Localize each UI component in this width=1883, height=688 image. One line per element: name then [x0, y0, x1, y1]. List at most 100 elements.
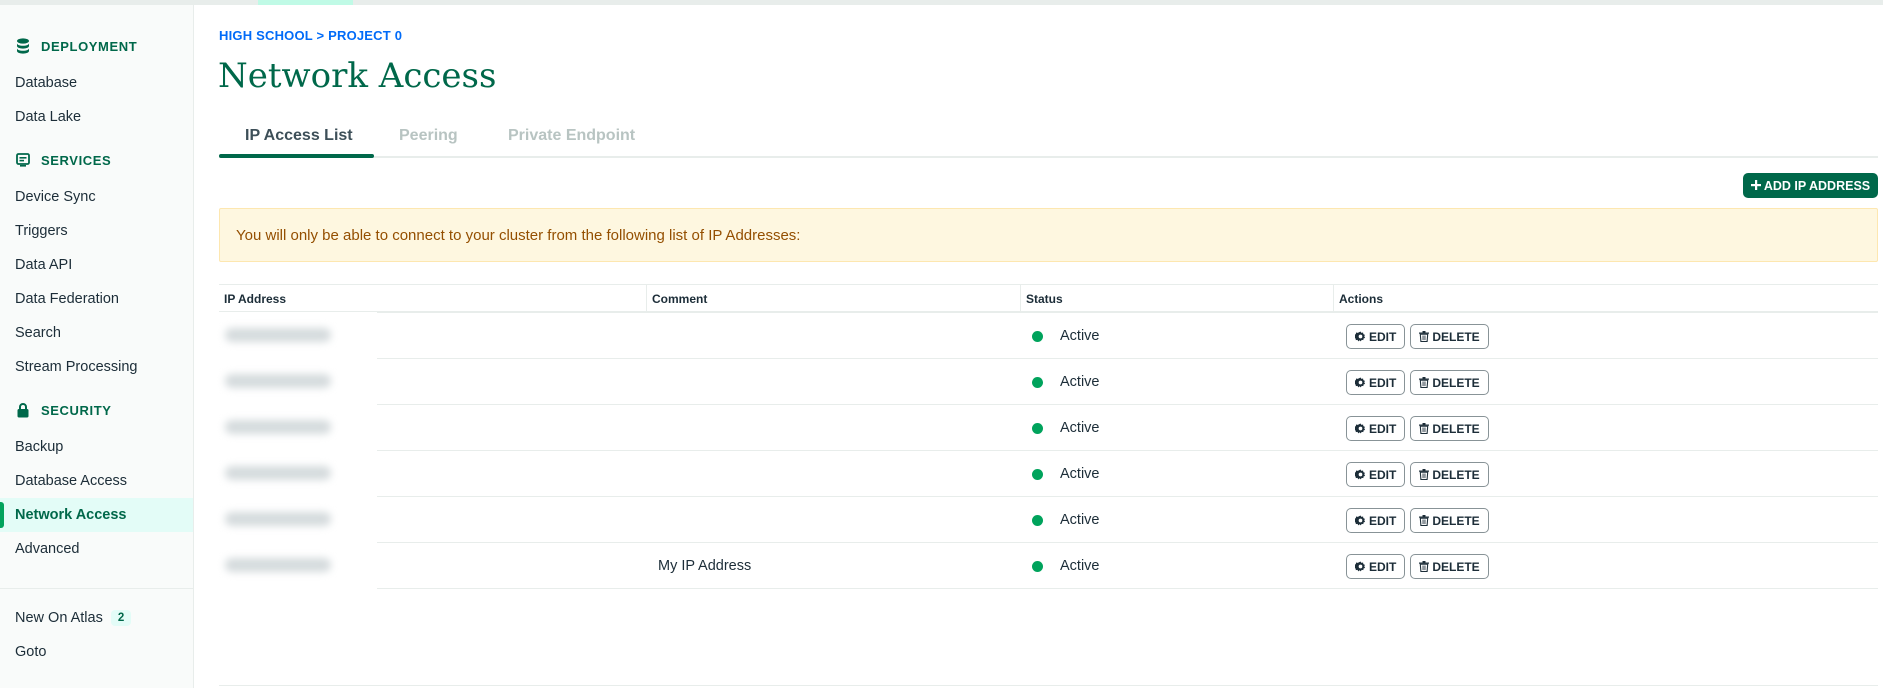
- column-header-comment[interactable]: Comment: [646, 285, 707, 312]
- trash-icon: [1419, 469, 1430, 480]
- status-active-dot-icon: [1032, 422, 1043, 434]
- sidebar-item-label: Triggers: [15, 223, 68, 239]
- tab-peering[interactable]: Peering: [399, 127, 458, 145]
- delete-button[interactable]: DELETE: [1410, 370, 1489, 395]
- status-text: Active: [1060, 558, 1100, 574]
- delete-button[interactable]: DELETE: [1410, 554, 1489, 579]
- ip-address-cell: [219, 450, 377, 497]
- gear-icon: [1355, 423, 1366, 434]
- status-cell: Active: [1032, 543, 1100, 589]
- edit-button[interactable]: EDIT: [1346, 554, 1406, 579]
- delete-button[interactable]: DELETE: [1410, 416, 1489, 441]
- column-header-status[interactable]: Status: [1020, 285, 1063, 312]
- status-active-dot-icon: [1032, 330, 1043, 342]
- status-text: Active: [1060, 466, 1100, 482]
- sidebar-item-backup[interactable]: Backup: [0, 430, 193, 464]
- sidebar-item-data-api[interactable]: Data API: [0, 248, 193, 282]
- page-bottom-divider: [219, 685, 1878, 686]
- edit-button[interactable]: EDIT: [1346, 508, 1406, 533]
- sidebar-section-label: SECURITY: [41, 402, 112, 418]
- row-actions: EDIT DELETE: [1346, 554, 1489, 579]
- delete-label: DELETE: [1432, 375, 1480, 390]
- sidebar-item-label: Data Federation: [15, 291, 119, 307]
- sidebar-item-label: Data Lake: [15, 109, 82, 125]
- ip-access-notice: You will only be able to connect to your…: [219, 208, 1878, 262]
- sidebar-item-database[interactable]: Database: [0, 66, 193, 100]
- sidebar-section-deployment: DEPLOYMENT: [15, 38, 137, 54]
- edit-button[interactable]: EDIT: [1346, 370, 1406, 395]
- sidebar-item-label: Network Access: [15, 507, 127, 523]
- sidebar-section-security: SECURITY: [15, 402, 112, 418]
- sidebar-item-search[interactable]: Search: [0, 316, 193, 350]
- column-header-actions: Actions: [1333, 285, 1383, 312]
- plus-icon: [1750, 179, 1761, 193]
- sidebar-item-new-on-atlas[interactable]: New On Atlas 2: [0, 601, 193, 635]
- row-actions: EDIT DELETE: [1346, 416, 1489, 441]
- sidebar-divider: [0, 588, 193, 589]
- delete-label: DELETE: [1432, 513, 1480, 528]
- row-actions: EDIT DELETE: [1346, 508, 1489, 533]
- status-text: Active: [1060, 420, 1100, 436]
- table-row: My IP Address Active EDIT DELETE: [219, 542, 1878, 589]
- ip-address-cell: [219, 404, 377, 451]
- status-cell: Active: [1032, 405, 1100, 451]
- edit-label: EDIT: [1369, 421, 1397, 436]
- delete-label: DELETE: [1432, 467, 1480, 482]
- status-active-dot-icon: [1032, 560, 1043, 572]
- tab-private-endpoint[interactable]: Private Endpoint: [508, 127, 635, 145]
- sidebar-item-network-access[interactable]: Network Access: [0, 498, 193, 532]
- sidebar-item-goto[interactable]: Goto: [0, 635, 193, 669]
- status-cell: Active: [1032, 451, 1100, 497]
- sidebar-item-data-lake[interactable]: Data Lake: [0, 100, 193, 134]
- sidebar-item-triggers[interactable]: Triggers: [0, 214, 193, 248]
- status-active-dot-icon: [1032, 514, 1043, 526]
- status-cell: Active: [1032, 497, 1100, 543]
- edit-button[interactable]: EDIT: [1346, 324, 1406, 349]
- ip-address-cell: [219, 542, 377, 589]
- services-icon: [15, 152, 31, 168]
- comment-cell: My IP Address: [658, 558, 752, 574]
- tab-ip-access-list[interactable]: IP Access List: [245, 127, 353, 145]
- redacted-ip-address: [225, 466, 331, 480]
- delete-button[interactable]: DELETE: [1410, 462, 1489, 487]
- add-ip-address-button[interactable]: ADD IP ADDRESS: [1743, 173, 1878, 198]
- breadcrumb[interactable]: HIGH SCHOOL > PROJECT 0: [219, 28, 402, 43]
- delete-button[interactable]: DELETE: [1410, 324, 1489, 349]
- gear-icon: [1355, 331, 1366, 342]
- trash-icon: [1419, 561, 1430, 572]
- ip-address-cell: [219, 496, 377, 543]
- notice-text: You will only be able to connect to your…: [236, 226, 801, 244]
- row-actions: EDIT DELETE: [1346, 324, 1489, 349]
- sidebar-item-data-federation[interactable]: Data Federation: [0, 282, 193, 316]
- edit-button[interactable]: EDIT: [1346, 462, 1406, 487]
- page-title: Network Access: [218, 56, 497, 96]
- add-ip-address-label: ADD IP ADDRESS: [1763, 178, 1871, 193]
- sidebar-item-label: Device Sync: [15, 189, 96, 205]
- status-cell: Active: [1032, 313, 1100, 359]
- table-row: Active EDIT DELETE: [219, 404, 1878, 451]
- new-on-atlas-count-badge: 2: [110, 610, 132, 626]
- edit-label: EDIT: [1369, 467, 1397, 482]
- column-header-ip-address[interactable]: IP Address: [219, 285, 286, 312]
- sidebar: DEPLOYMENT Database Data Lake SERVICES D…: [0, 5, 194, 688]
- edit-button[interactable]: EDIT: [1346, 416, 1406, 441]
- table-row: Active EDIT DELETE: [219, 358, 1878, 405]
- edit-label: EDIT: [1369, 513, 1397, 528]
- edit-label: EDIT: [1369, 329, 1397, 344]
- sidebar-item-advanced[interactable]: Advanced: [0, 532, 193, 566]
- sidebar-item-device-sync[interactable]: Device Sync: [0, 180, 193, 214]
- sidebar-item-database-access[interactable]: Database Access: [0, 464, 193, 498]
- redacted-ip-address: [225, 374, 331, 388]
- active-tab-indicator: [219, 154, 374, 158]
- lock-icon: [15, 402, 31, 418]
- gear-icon: [1355, 515, 1366, 526]
- tab-bar: IP Access List Peering Private Endpoint: [219, 123, 1878, 158]
- delete-button[interactable]: DELETE: [1410, 508, 1489, 533]
- sidebar-item-stream-processing[interactable]: Stream Processing: [0, 350, 193, 384]
- sidebar-item-label: Goto: [15, 644, 47, 660]
- gear-icon: [1355, 561, 1366, 572]
- table-row: Active EDIT DELETE: [219, 450, 1878, 497]
- row-actions: EDIT DELETE: [1346, 462, 1489, 487]
- trash-icon: [1419, 331, 1430, 342]
- delete-label: DELETE: [1432, 329, 1480, 344]
